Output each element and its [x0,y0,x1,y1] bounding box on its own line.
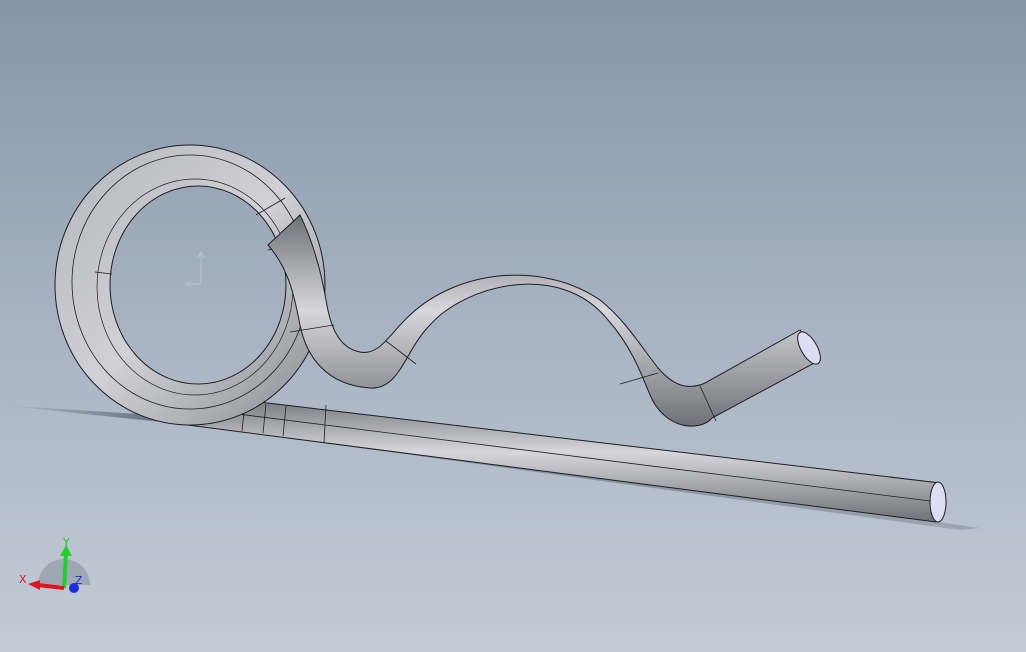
x-axis-arrow-icon [37,583,65,590]
wave-arm[interactable] [267,214,825,427]
model-scene[interactable]: Y X Z [0,0,1026,652]
reference-triad[interactable]: Y X Z [19,536,90,593]
y-axis-arrow-icon [62,552,68,589]
straight-leg-body[interactable] [179,394,941,523]
straight-leg-tangent-edge [189,407,939,503]
origin-icon [184,250,205,288]
triad-y-label: Y [62,536,70,549]
graphics-viewport[interactable]: Y X Z [0,0,1026,652]
x-axis-arrowhead [28,580,40,590]
wave-arm-body[interactable] [267,214,821,427]
triad-z-label: Z [75,574,83,587]
coil-ring[interactable] [54,144,326,426]
floor-shadow [0,405,980,530]
coil-loop[interactable] [54,144,326,426]
straight-leg[interactable] [179,394,947,523]
triad-x-label: X [19,573,27,586]
straight-leg-end-face[interactable] [929,481,947,523]
